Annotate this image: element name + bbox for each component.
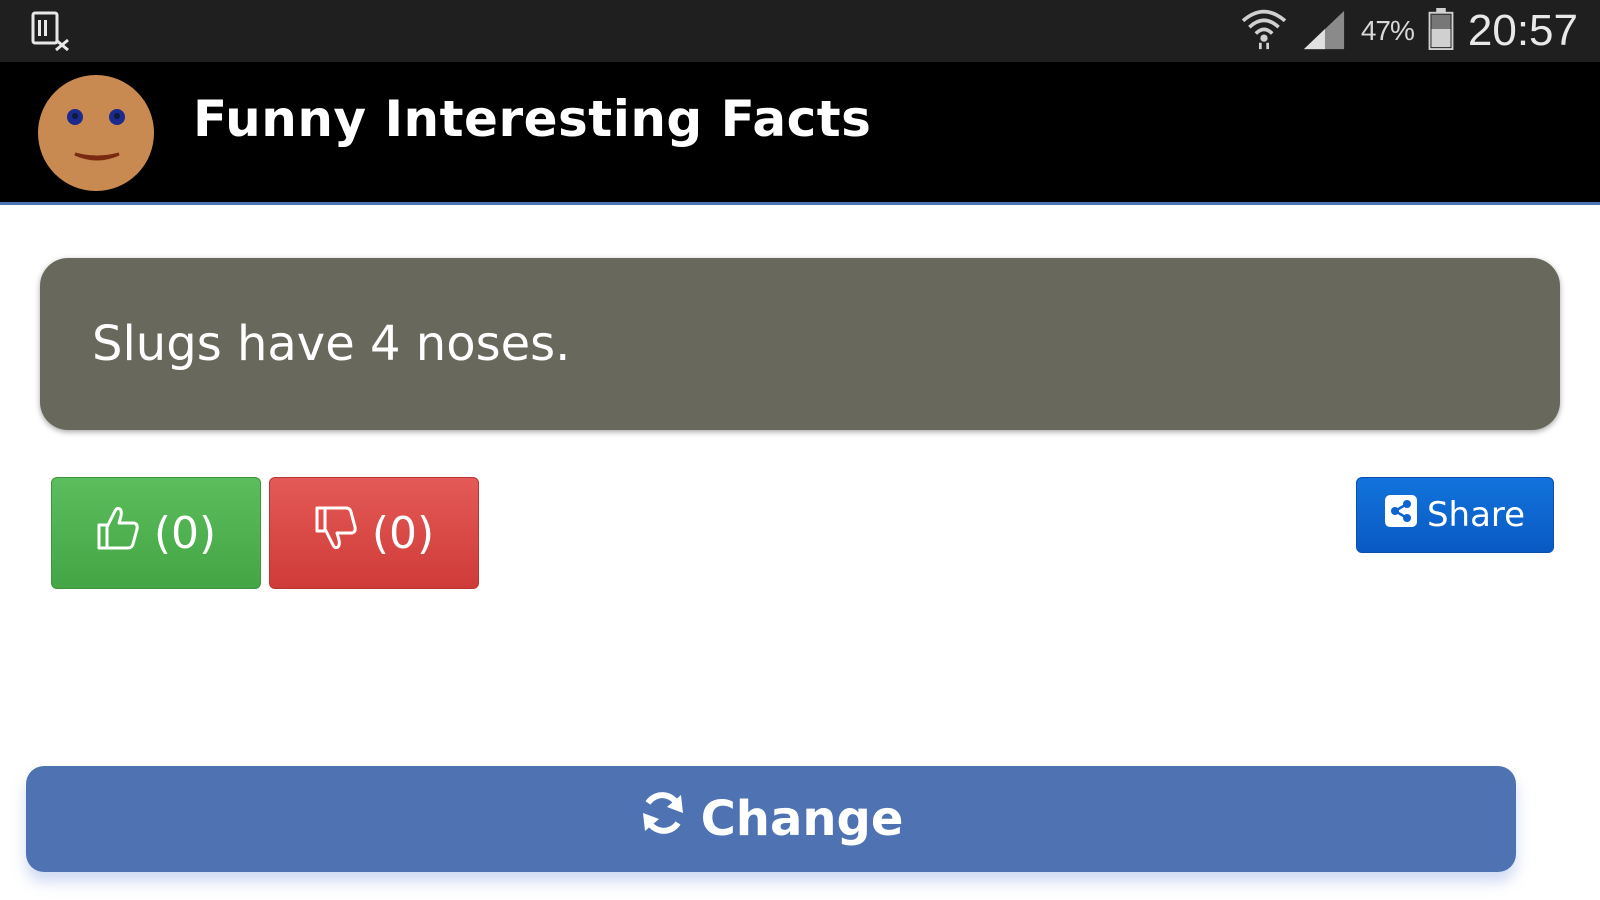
battery-icon bbox=[1428, 7, 1454, 55]
app-bar: Funny Interesting Facts bbox=[0, 62, 1600, 205]
wifi-icon bbox=[1241, 8, 1287, 55]
share-label: Share bbox=[1426, 495, 1526, 535]
cell-signal-icon bbox=[1301, 7, 1347, 56]
status-bar: 47% 20:57 bbox=[0, 0, 1600, 62]
thumbs-up-icon bbox=[96, 505, 140, 562]
fact-card: Slugs have 4 noses. bbox=[40, 258, 1560, 430]
dislike-button[interactable]: (0) bbox=[269, 477, 479, 589]
share-button[interactable]: Share bbox=[1356, 477, 1554, 553]
app-title: Funny Interesting Facts bbox=[193, 90, 872, 148]
thumbs-down-icon bbox=[314, 505, 358, 562]
change-label: Change bbox=[700, 791, 904, 847]
battery-percent: 47% bbox=[1360, 15, 1415, 46]
dislike-count: (0) bbox=[371, 507, 435, 559]
screenshot-notification-icon bbox=[30, 10, 72, 52]
like-count: (0) bbox=[153, 507, 217, 559]
fact-text: Slugs have 4 noses. bbox=[92, 316, 571, 372]
refresh-icon bbox=[639, 789, 687, 849]
change-fact-button[interactable]: Change bbox=[26, 766, 1516, 872]
like-button[interactable]: (0) bbox=[51, 477, 261, 589]
smiley-face-logo bbox=[37, 74, 155, 192]
share-icon bbox=[1384, 494, 1417, 536]
status-time: 20:57 bbox=[1467, 6, 1578, 55]
